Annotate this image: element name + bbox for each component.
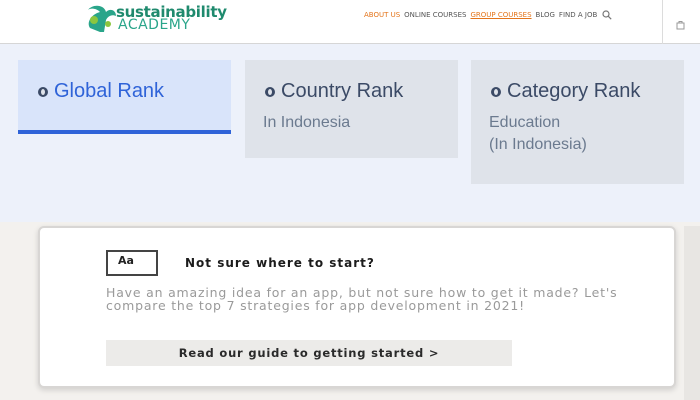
- rank-title: Category Rank: [507, 80, 641, 102]
- rank-subtitle-line: In Indonesia: [263, 114, 351, 131]
- header-divider: [662, 0, 663, 44]
- typography-icon-text: Aa: [118, 254, 134, 267]
- tab-country-rank[interactable]: Country Rank In Indonesia: [245, 60, 458, 158]
- logo-text-secondary: ACADEMY: [118, 17, 191, 33]
- rank-bullet-icon: [265, 87, 275, 97]
- logo-mark-icon: [88, 5, 116, 33]
- nav-about-us[interactable]: ABOUT US: [364, 11, 400, 19]
- promo-title: Not sure where to start?: [185, 256, 375, 270]
- promo-card: Aa Not sure where to start? Have an amaz…: [38, 226, 676, 388]
- main-navigation: ABOUT US ONLINE COURSES GROUP COURSES BL…: [364, 11, 597, 19]
- sustainability-academy-logo[interactable]: sustainability ACADEMY: [84, 2, 227, 34]
- nav-find-a-job[interactable]: FIND A JOB: [559, 11, 597, 19]
- promo-body: Have an amazing idea for an app, but not…: [106, 285, 618, 313]
- rank-subtitle: In Indonesia: [263, 112, 350, 134]
- tab-global-rank[interactable]: Global Rank: [18, 60, 231, 134]
- rank-title: Global Rank: [54, 80, 165, 102]
- rank-subtitle-line: Education: [489, 114, 561, 131]
- tab-category-rank[interactable]: Category Rank Education (In Indonesia): [471, 60, 684, 184]
- nav-online-courses[interactable]: ONLINE COURSES: [404, 11, 466, 19]
- rank-title: Country Rank: [281, 80, 404, 102]
- active-tab-underline: [18, 130, 231, 134]
- cart-icon[interactable]: [676, 20, 685, 30]
- nav-group-courses[interactable]: GROUP COURSES: [470, 11, 531, 19]
- rank-bullet-icon: [38, 87, 48, 97]
- rank-section: Global Rank Country Rank In Indonesia Ca…: [0, 44, 700, 222]
- typography-icon: Aa: [106, 250, 158, 276]
- site-header: sustainability ACADEMY ABOUT US ONLINE C…: [0, 0, 700, 44]
- search-icon[interactable]: [602, 10, 612, 20]
- nav-blog[interactable]: BLOG: [536, 11, 555, 19]
- page-edge-strip: [684, 226, 700, 400]
- rank-bullet-icon: [491, 87, 501, 97]
- read-guide-button[interactable]: Read our guide to getting started >: [106, 340, 512, 366]
- rank-subtitle-line: (In Indonesia): [489, 136, 587, 153]
- rank-subtitle: Education (In Indonesia): [489, 112, 587, 156]
